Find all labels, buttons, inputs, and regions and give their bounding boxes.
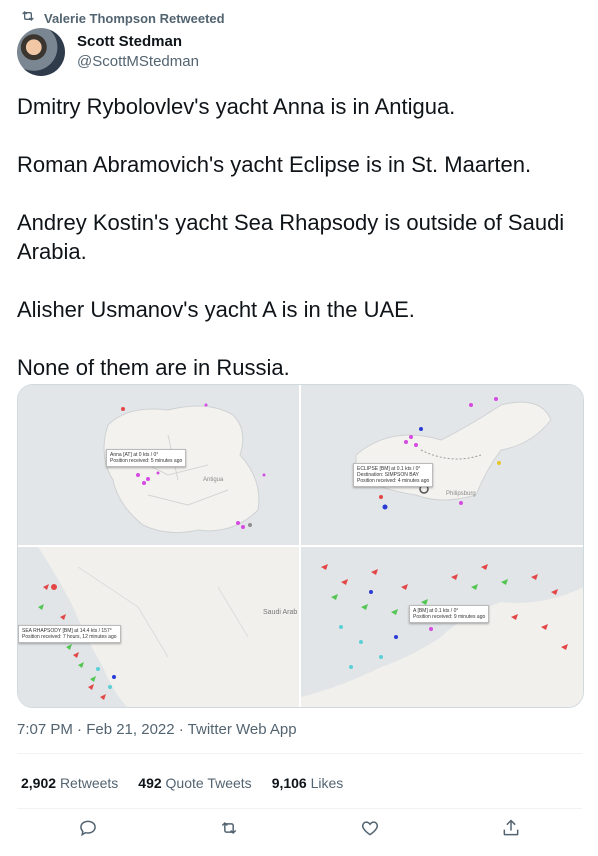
tweet-paragraph: Dmitry Rybolovlev's yacht Anna is in Ant…	[17, 94, 456, 119]
divider	[17, 808, 582, 809]
tweet-timestamp[interactable]: 7:07 PM · Feb 21, 2022 · Twitter Web App	[17, 721, 297, 738]
tweet-paragraph: None of them are in Russia.	[17, 355, 290, 380]
retweet-action-icon	[221, 821, 237, 835]
author-name[interactable]: Scott Stedman	[77, 32, 199, 52]
author-block: Scott Stedman @ScottMStedman	[17, 28, 199, 76]
like-button[interactable]	[360, 818, 380, 843]
retweet-icon	[20, 8, 36, 29]
map-image-uae[interactable]: A [BM] at 0.1 kts / 0° Position received:…	[301, 547, 583, 707]
map-popup-sea-rhapsody: SEA RHAPSODY [BM] at 14.4 kts / 157° Posi…	[18, 625, 121, 643]
quote-tweets-stat[interactable]: 492 Quote Tweets	[138, 775, 251, 791]
reply-icon	[79, 820, 96, 837]
like-icon	[362, 821, 379, 836]
tweet-paragraph: Alisher Usmanov's yacht A is in the UAE.	[17, 297, 415, 322]
map-image-red-sea[interactable]: SEA RHAPSODY [BM] at 14.4 kts / 157° Posi…	[18, 547, 299, 707]
share-icon	[503, 819, 519, 836]
retweet-header: Valerie Thompson Retweeted	[20, 8, 225, 29]
map-popup-a: A [BM] at 0.1 kts / 0° Position received:…	[409, 605, 490, 623]
tweet-paragraph: Andrey Kostin's yacht Sea Rhapsody is ou…	[17, 210, 565, 264]
tweet-stats: 2,902 Retweets 492 Quote Tweets 9,106 Li…	[21, 775, 343, 791]
divider	[17, 753, 582, 754]
retweet-button[interactable]	[219, 818, 239, 843]
map-label: Antigua	[203, 477, 224, 483]
retweets-stat[interactable]: 2,902 Retweets	[21, 775, 118, 791]
retweeted-by[interactable]: Valerie Thompson Retweeted	[44, 11, 225, 26]
tweet-text: Dmitry Rybolovlev's yacht Anna is in Ant…	[17, 92, 582, 411]
map-popup-eclipse: ECLIPSE [BM] at 0.1 kts / 0° Destination:…	[353, 463, 434, 487]
action-bar	[17, 818, 582, 843]
avatar[interactable]	[17, 28, 65, 76]
map-popup-anna: Anna [AT] at 0 kts / 0° Position received…	[106, 449, 187, 467]
map-label: Philipsburg	[446, 491, 476, 497]
map-label: Saudi Arab	[263, 609, 298, 616]
tweet-paragraph: Roman Abramovich's yacht Eclipse is in S…	[17, 152, 532, 177]
author-handle[interactable]: @ScottMStedman	[77, 52, 199, 72]
media-grid: Anna [AT] at 0 kts / 0° Position received…	[17, 384, 584, 708]
share-button[interactable]	[501, 818, 521, 843]
map-image-antigua[interactable]: Anna [AT] at 0 kts / 0° Position received…	[18, 385, 299, 545]
map-image-st-maarten[interactable]: ECLIPSE [BM] at 0.1 kts / 0° Destination:…	[301, 385, 583, 545]
reply-button[interactable]	[78, 818, 98, 843]
likes-stat[interactable]: 9,106 Likes	[272, 775, 344, 791]
